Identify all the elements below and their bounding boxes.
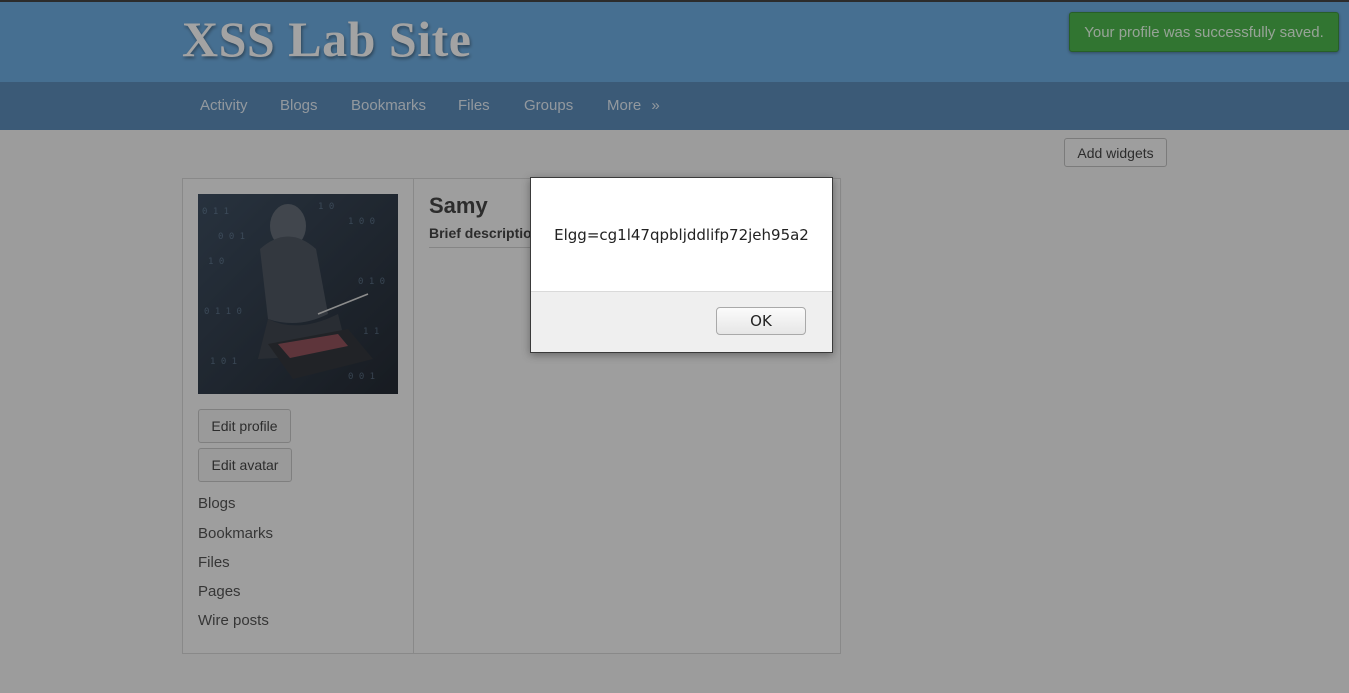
alert-footer: OK: [531, 291, 832, 352]
alert-message: Elgg=cg1l47qpbljddlifp72jeh95a2: [554, 225, 809, 244]
alert-dialog: Elgg=cg1l47qpbljddlifp72jeh95a2 OK: [530, 177, 833, 353]
ok-button[interactable]: OK: [716, 307, 806, 335]
